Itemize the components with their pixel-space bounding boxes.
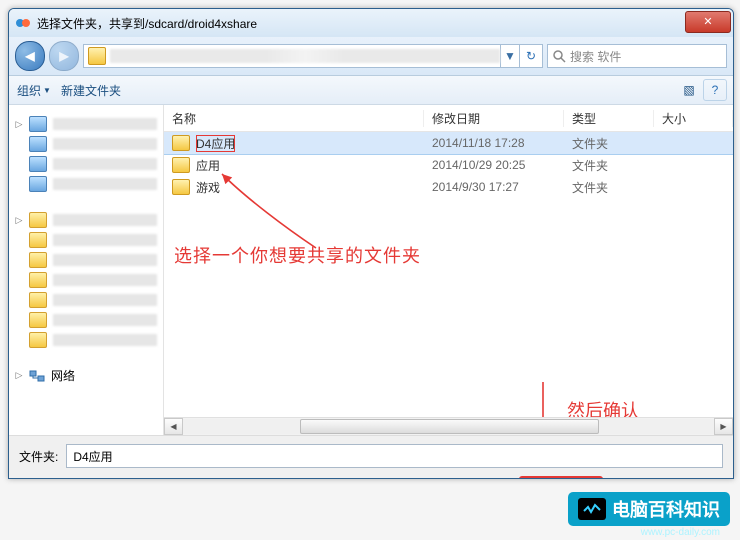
sidebar-item[interactable]: ▷: [15, 211, 157, 229]
scroll-right-button[interactable]: ▶: [714, 418, 733, 435]
address-dropdown-button[interactable]: ▼: [501, 45, 519, 67]
nav-area: ◀ ▶ ▼ ↻ 搜索 软件: [9, 37, 733, 76]
sidebar-item[interactable]: ▷: [15, 115, 157, 133]
arrow-right-icon: ▶: [59, 49, 68, 63]
annotation-arrow-icon: [523, 382, 563, 417]
address-path-blurred: [110, 49, 500, 63]
organize-label: 组织: [17, 82, 41, 99]
folder-picker-window: 选择文件夹，共享到/sdcard/droid4xshare ✕ ◀ ▶ ▼ ↻: [8, 8, 734, 479]
sidebar-item-network[interactable]: ▷ 网络: [15, 367, 157, 384]
nav-back-button[interactable]: ◀: [15, 41, 45, 71]
organize-menu[interactable]: 组织 ▼: [17, 82, 51, 99]
chevron-down-icon: ▼: [504, 49, 516, 63]
confirm-button-highlight[interactable]: [519, 476, 603, 479]
sidebar-item[interactable]: [15, 311, 157, 329]
network-icon: [29, 368, 45, 384]
help-button[interactable]: ?: [703, 79, 727, 101]
search-icon: [552, 49, 566, 63]
address-bar[interactable]: ▼ ↻: [83, 44, 543, 68]
sidebar-item[interactable]: [15, 155, 157, 173]
folder-icon: [172, 135, 190, 151]
sidebar-item[interactable]: [15, 331, 157, 349]
file-date: 2014/11/18 17:28: [432, 136, 572, 150]
window-title: 选择文件夹，共享到/sdcard/droid4xshare: [37, 15, 257, 32]
file-name: D4应用: [196, 135, 235, 152]
dialog-body: ▷ ▷ ▷ 网络: [9, 105, 733, 435]
sidebar-item[interactable]: [15, 271, 157, 289]
view-options-button[interactable]: ▧: [677, 79, 701, 101]
sidebar-item[interactable]: [15, 231, 157, 249]
search-placeholder: 搜索 软件: [570, 48, 621, 65]
folder-name-value: D4应用: [73, 448, 112, 465]
scroll-left-button[interactable]: ◀: [164, 418, 183, 435]
file-rows: D4应用 2014/11/18 17:28 文件夹 应用 2014/10/29 …: [164, 132, 733, 417]
sidebar-nav: ▷ ▷ ▷ 网络: [9, 105, 164, 435]
view-icon: ▧: [683, 83, 694, 97]
file-list-area: 名称 修改日期 类型 大小 D4应用 2014/11/18 17:28 文件夹 …: [164, 105, 733, 435]
app-icon: [15, 15, 31, 31]
folder-icon: [88, 47, 106, 65]
annotation-text: 然后确认: [567, 397, 639, 417]
sidebar-item[interactable]: [15, 291, 157, 309]
list-item[interactable]: D4应用 2014/11/18 17:28 文件夹: [164, 132, 733, 154]
titlebar[interactable]: 选择文件夹，共享到/sdcard/droid4xshare ✕: [9, 9, 733, 37]
scroll-thumb[interactable]: [300, 419, 599, 434]
folder-icon: [172, 157, 190, 173]
sidebar-item[interactable]: [15, 175, 157, 193]
sidebar-item[interactable]: [15, 251, 157, 269]
help-icon: ?: [712, 83, 719, 97]
refresh-button[interactable]: ↻: [520, 45, 542, 67]
folder-name-label: 文件夹:: [19, 448, 58, 465]
sidebar-network-label: 网络: [51, 367, 75, 384]
file-date: 2014/9/30 17:27: [432, 180, 572, 194]
chevron-left-icon: ◀: [170, 422, 176, 431]
chevron-right-icon: ▶: [720, 422, 726, 431]
watermark-text: 电脑百科知识: [612, 496, 720, 522]
col-size[interactable]: 大小: [654, 110, 733, 127]
file-type: 文件夹: [572, 135, 662, 152]
chevron-down-icon: ▼: [43, 86, 51, 95]
annotation-text: 选择一个你想要共享的文件夹: [174, 242, 421, 268]
footer-area: 文件夹: D4应用: [9, 435, 733, 478]
folder-icon: [172, 179, 190, 195]
horizontal-scrollbar[interactable]: ◀ ▶: [164, 417, 733, 435]
column-headers: 名称 修改日期 类型 大小: [164, 105, 733, 132]
search-input[interactable]: 搜索 软件: [547, 44, 727, 68]
sidebar-item[interactable]: [15, 135, 157, 153]
file-date: 2014/10/29 20:25: [432, 158, 572, 172]
file-type: 文件夹: [572, 179, 662, 196]
close-icon: ✕: [703, 17, 712, 28]
new-folder-button[interactable]: 新建文件夹: [61, 82, 121, 99]
col-name[interactable]: 名称: [164, 110, 424, 127]
file-type: 文件夹: [572, 157, 662, 174]
monitor-icon: [578, 498, 606, 520]
nav-forward-button[interactable]: ▶: [49, 41, 79, 71]
col-type[interactable]: 类型: [564, 110, 654, 127]
arrow-left-icon: ◀: [25, 49, 34, 63]
col-date[interactable]: 修改日期: [424, 110, 564, 127]
watermark-url: www.pc-daily.com: [641, 527, 720, 538]
folder-name-input[interactable]: D4应用: [66, 444, 723, 468]
close-button[interactable]: ✕: [685, 11, 731, 33]
toolbar: 组织 ▼ 新建文件夹 ▧ ?: [9, 76, 733, 105]
watermark: 电脑百科知识 www.pc-daily.com: [568, 492, 730, 526]
scroll-track[interactable]: [183, 419, 714, 434]
refresh-icon: ↻: [526, 49, 536, 63]
